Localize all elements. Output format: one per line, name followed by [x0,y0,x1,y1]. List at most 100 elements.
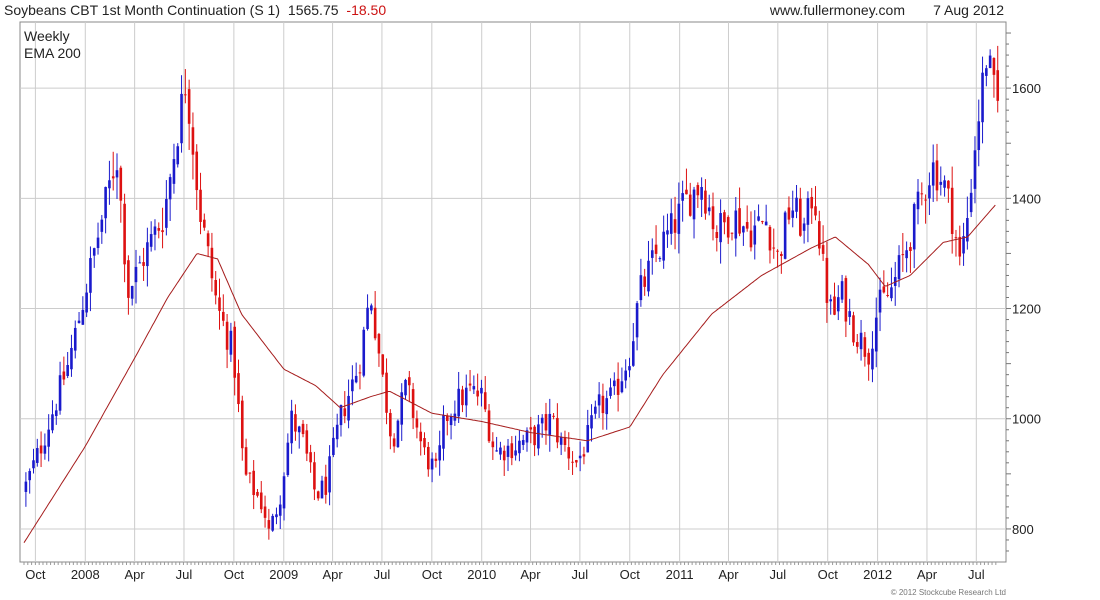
x-tick-label: 2008 [71,567,100,582]
candle-body [586,425,590,453]
candle-body [559,437,563,445]
title-text: Soybeans CBT 1st Month Continuation (S 1… [4,2,280,18]
candle-body [483,392,487,410]
candle-body [935,160,939,191]
x-tick-label: Jul [176,567,193,582]
candle-body [909,247,912,252]
candle-body [468,383,472,386]
candle-body [316,491,320,499]
candle-body [123,203,126,265]
candle-body [669,213,673,234]
candle-body [901,254,905,256]
candle-body [692,189,696,220]
candle-body [700,187,703,200]
candle-body [263,506,267,518]
candle-body [609,387,612,396]
candle-body [950,187,954,234]
candle-body [836,297,840,312]
x-axis: Oct 2008 Apr Jul Oct 2009 Apr Jul Oct 2010 Apr Jul O… [23,562,997,582]
candle-body [749,230,753,248]
candle-body [252,470,255,496]
candle-body [666,230,669,235]
copyright-label: © 2012 Stockcube Research Ltd [891,588,1006,597]
y-tick-label: 1600 [1012,81,1041,96]
candle-body [89,258,92,293]
x-tick-label: Apr [917,567,938,582]
candle-body [161,230,164,233]
candle-body [214,280,218,296]
candle-body [499,447,502,455]
candle-body [351,379,354,392]
candle-body [35,448,39,463]
candle-body [981,72,984,123]
candle-body [753,225,757,245]
candle-body [878,289,882,313]
candle-body [271,515,274,531]
candle-body [681,193,684,201]
candle-body [309,452,312,463]
candle-body [85,292,88,313]
legend-ema: EMA 200 [24,45,81,61]
y-tick-label: 1400 [1012,191,1041,206]
candle-body [616,378,620,395]
candle-body [992,58,996,75]
candle-body [199,189,202,222]
candle-body [47,429,50,447]
y-tick-label: 1000 [1012,412,1041,427]
website-label: www.fullermoney.com [769,2,905,18]
candle-body [184,94,187,96]
candle-body [358,372,362,374]
candle-body [449,416,453,426]
x-tick-label: Jul [968,567,985,582]
candle-body [153,226,157,235]
candle-body [605,398,609,415]
candle-body [844,278,848,322]
candle-body [916,191,920,210]
candle-body [335,424,339,440]
candle-body [768,226,772,251]
x-tick-label: Apr [520,567,541,582]
candle-body [707,207,711,212]
candle-body [313,462,316,490]
candle-body [324,476,328,495]
candle-body [537,424,540,449]
x-tick-label: Apr [718,567,739,582]
candle-body [533,426,536,446]
candle-body [647,260,650,292]
candle-body [510,443,514,459]
candle-body [806,198,810,225]
candle-body [286,442,290,476]
last-price: 1565.75 [288,2,339,18]
candle-body [62,371,66,380]
candle-body [548,413,552,435]
y-tick-label: 800 [1012,522,1034,537]
candle-body [874,317,878,352]
candle-body [354,375,358,383]
candle-body [958,236,962,257]
candle-body [73,327,77,351]
candle-body [650,250,654,258]
candle-body [100,219,104,232]
candle-body [688,194,692,216]
candle-body [734,210,738,239]
candle-body [628,366,631,371]
candle-body [726,217,730,238]
y-tick-label: 1200 [1012,302,1041,317]
candle-body [423,438,426,448]
candle-body [180,93,183,144]
candle-body [442,415,445,449]
candle-body [567,447,571,459]
candle-body [685,189,688,195]
candle-body [248,472,252,474]
candle-body [278,504,282,516]
candle-body [840,281,844,300]
candle-body [506,445,510,457]
candle-body [134,266,138,283]
candle-body [96,237,100,249]
candle-body [168,177,172,200]
candle-body [165,199,168,228]
candle-body [795,197,798,212]
candle-body [366,307,369,330]
candle-body [464,387,468,406]
candle-body [943,180,946,188]
